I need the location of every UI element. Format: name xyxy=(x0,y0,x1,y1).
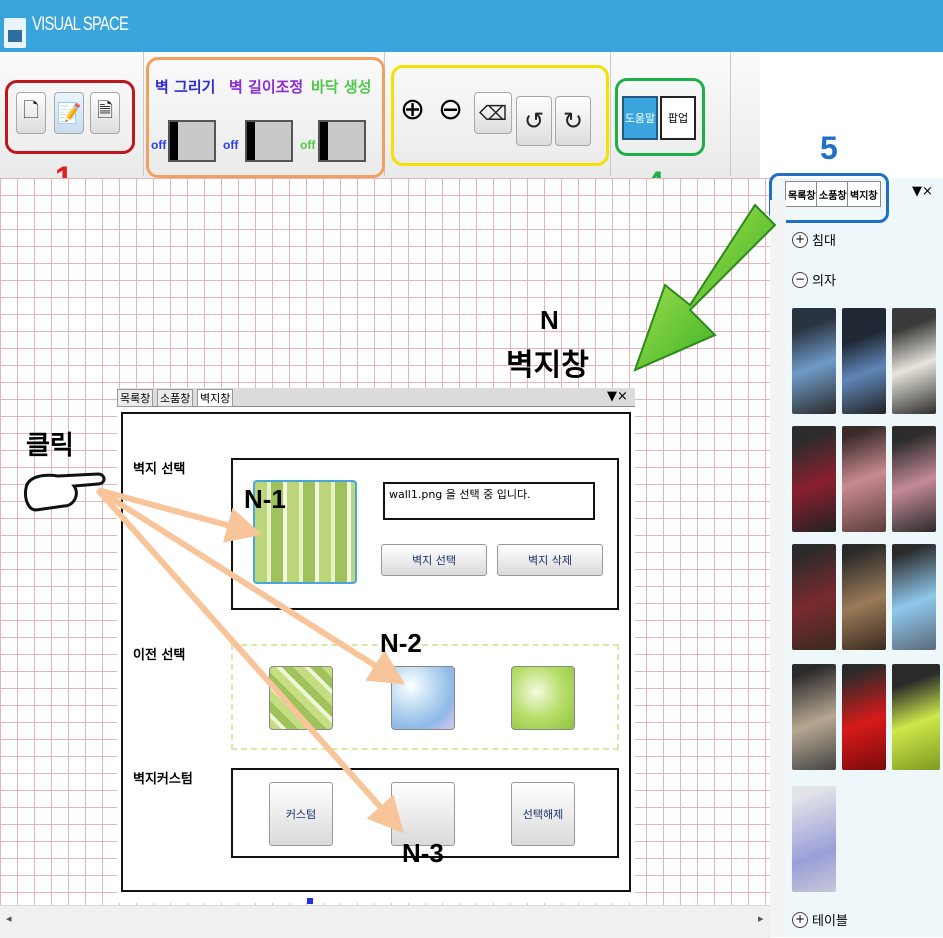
callout-arrows xyxy=(95,487,406,834)
callout-n3: N-3 xyxy=(402,838,444,868)
arrow-to-n1 xyxy=(97,487,263,543)
arrow-to-n3 xyxy=(95,488,404,834)
arrow-to-n2 xyxy=(96,487,406,685)
callout-n2: N-2 xyxy=(380,628,422,658)
callout-n1: N-1 xyxy=(244,484,286,514)
